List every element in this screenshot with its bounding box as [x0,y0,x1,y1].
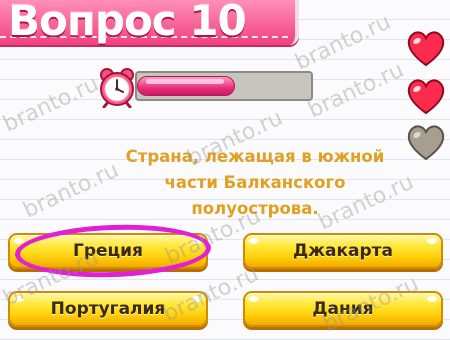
lost-life-heart-icon [407,125,445,161]
life-heart-icon [407,79,445,115]
watermark: branto.ru [19,157,123,224]
answer-button-2[interactable]: Джакарта [243,233,443,269]
timer-bar-fill [137,76,235,96]
correct-answer-highlight [14,221,212,281]
question-text: Страна, лежащая в южной части Балканског… [125,147,385,218]
life-heart-icon [407,31,445,67]
timer-bar [135,71,313,101]
watermark: branto.ru [0,71,103,138]
alarm-clock-icon [100,68,134,108]
watermark: branto.ru [304,57,408,124]
watermark: branto.ru [291,9,395,76]
answer-button-3[interactable]: Португалия [8,291,208,327]
question-header: Вопрос 10 [0,0,299,45]
question-number-title: Вопрос 10 [8,0,247,45]
answer-button-4[interactable]: Дания [243,291,443,327]
